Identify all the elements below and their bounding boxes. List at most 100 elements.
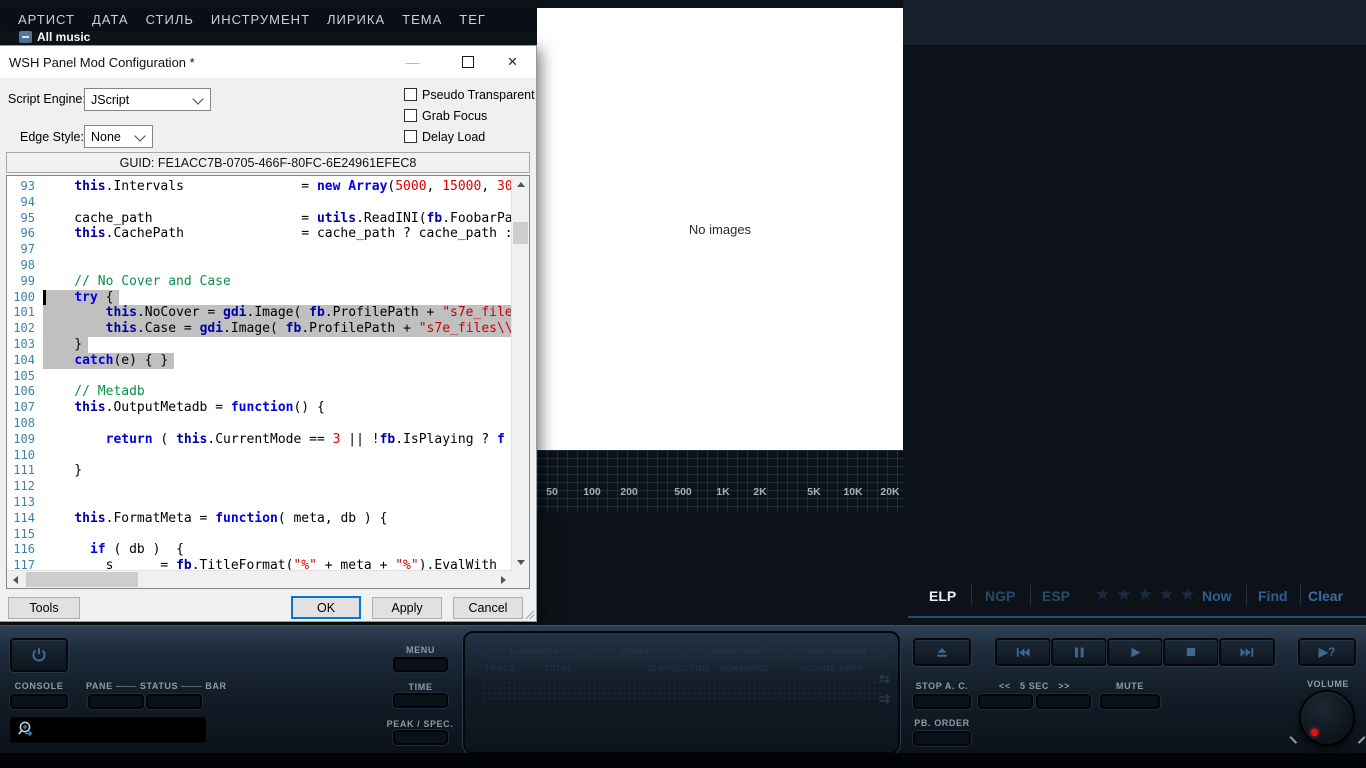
control-deck: CONSOLE PANE ─── STATUS ─── BAR MENU TIM… <box>0 625 1366 753</box>
code-line: this.NoCover = gdi.Image( fb.ProfilePath… <box>43 305 512 321</box>
code-line <box>43 495 512 511</box>
playback-order-label: PB. ORDER <box>913 718 971 728</box>
ok-button[interactable]: OK <box>291 596 361 619</box>
previous-icon <box>1015 646 1031 659</box>
pause-button[interactable] <box>1051 638 1107 666</box>
top-menu-item[interactable]: ДАТА <box>92 12 129 27</box>
peak-spec-toggle[interactable] <box>393 730 448 745</box>
line-number: 106 <box>7 384 43 400</box>
resize-grip[interactable] <box>524 609 534 619</box>
bottom-strip <box>0 753 1366 768</box>
library-root-label[interactable]: All music <box>37 30 90 44</box>
search-input[interactable] <box>10 717 206 743</box>
stop-button[interactable] <box>1163 638 1219 666</box>
mode-elp[interactable]: ELP <box>929 588 956 604</box>
line-number: 99 <box>7 274 43 290</box>
line-number: 109 <box>7 432 43 448</box>
divider <box>1030 585 1031 605</box>
checkbox[interactable] <box>404 88 417 101</box>
script-editor[interactable]: 9394959697989910010110210310410510610710… <box>6 175 530 589</box>
eject-button[interactable] <box>913 638 971 666</box>
action-find[interactable]: Find <box>1258 588 1288 604</box>
display-info-label: TRACK <box>485 664 516 673</box>
top-menu-item[interactable]: ЛИРИКА <box>327 12 385 27</box>
script-engine-label: Script Engine: <box>8 92 86 106</box>
scroll-down-icon[interactable] <box>512 554 529 571</box>
scroll-up-icon[interactable] <box>512 176 529 193</box>
mode-ngp[interactable]: NGP <box>985 588 1015 604</box>
line-number: 114 <box>7 511 43 527</box>
display-info-label: KBPS <box>839 664 863 673</box>
top-menu-item[interactable]: ИНСТРУМЕНТ <box>211 12 310 27</box>
image-viewer-panel[interactable]: No images <box>537 8 903 450</box>
line-number: 107 <box>7 400 43 416</box>
play-random-button[interactable]: ▶? <box>1298 638 1356 666</box>
volume-knob[interactable] <box>1299 690 1355 746</box>
stop-after-current-label: STOP A. C. <box>913 681 971 691</box>
tools-button[interactable]: Tools <box>8 597 80 619</box>
checkbox[interactable] <box>404 109 417 122</box>
top-menu-item[interactable]: ТЕГ <box>459 12 486 27</box>
stop-after-current-toggle[interactable] <box>913 694 971 709</box>
scroll-right-icon[interactable] <box>495 571 512 588</box>
maximize-icon[interactable] <box>445 46 490 78</box>
play-button[interactable] <box>1107 638 1163 666</box>
edge-style-select[interactable]: None <box>84 125 153 148</box>
mute-toggle[interactable] <box>1100 694 1160 709</box>
line-number: 102 <box>7 321 43 337</box>
seek-back-button[interactable] <box>978 694 1033 709</box>
menu-toggle[interactable] <box>393 657 448 672</box>
code-text-area[interactable]: this.Intervals = new Array(5000, 15000, … <box>43 179 512 571</box>
top-menu-item[interactable]: ТЕМА <box>402 12 442 27</box>
script-engine-select[interactable]: JScript <box>84 88 211 111</box>
code-line <box>43 195 512 211</box>
apply-button[interactable]: Apply <box>372 597 442 619</box>
minimize-icon[interactable]: — <box>390 46 435 78</box>
checkbox-label: Delay Load <box>422 130 485 144</box>
cancel-button[interactable]: Cancel <box>453 597 523 619</box>
display-info-label: VOLUME <box>799 664 836 673</box>
dot-matrix <box>482 676 884 702</box>
action-clear[interactable]: Clear <box>1308 588 1343 604</box>
top-menu: АРТИСТ ДАТА СТИЛЬ ИНСТРУМЕНТ ЛИРИКА ТЕМА ТЕГ <box>0 8 537 31</box>
spectrum-analyzer[interactable]: 501002005001K2K5K10K20K <box>537 450 903 513</box>
dialog-checkboxes: Pseudo TransparentGrab FocusDelay Load <box>404 88 535 151</box>
star-rating[interactable]: ★★★★★ <box>1095 585 1201 605</box>
previous-button[interactable] <box>995 638 1051 666</box>
statusbar-toggle[interactable] <box>146 694 202 709</box>
freq-label: 500 <box>674 486 692 498</box>
mode-esp[interactable]: ESP <box>1042 588 1070 604</box>
code-line: catch(e) { } <box>43 353 512 369</box>
line-number: 101 <box>7 305 43 321</box>
dialog-titlebar[interactable]: WSH Panel Mod Configuration * — × <box>0 46 536 78</box>
top-menu-item[interactable]: АРТИСТ <box>18 12 75 27</box>
console-label: CONSOLE <box>10 681 68 691</box>
console-toggle[interactable] <box>10 694 68 709</box>
collapse-icon[interactable] <box>19 31 32 43</box>
next-icon <box>1239 646 1255 659</box>
next-button[interactable] <box>1219 638 1275 666</box>
pane-toggle[interactable] <box>88 694 144 709</box>
edge-style-label: Edge Style: <box>20 130 84 144</box>
vertical-scrollbar[interactable] <box>511 176 529 571</box>
scroll-left-icon[interactable] <box>7 571 24 588</box>
pane-status-bar-label: PANE ─── STATUS ─── BAR <box>86 681 206 691</box>
power-icon <box>30 646 48 664</box>
line-number: 111 <box>7 463 43 479</box>
code-line: try { <box>43 290 512 306</box>
dialog-title: WSH Panel Mod Configuration * <box>9 55 195 70</box>
playback-order-toggle[interactable] <box>913 731 971 746</box>
checkbox[interactable] <box>404 130 417 143</box>
divider <box>1246 585 1247 605</box>
seek-forward-button[interactable] <box>1036 694 1091 709</box>
power-button[interactable] <box>10 638 68 672</box>
top-menu-item[interactable]: СТИЛЬ <box>146 12 194 27</box>
horizontal-scrollbar[interactable] <box>7 570 512 588</box>
close-icon[interactable]: × <box>490 46 535 78</box>
horizontal-scroll-thumb[interactable] <box>26 572 138 587</box>
time-toggle[interactable] <box>393 693 448 708</box>
line-number: 105 <box>7 369 43 385</box>
action-now[interactable]: Now <box>1202 588 1232 604</box>
wsh-panel-config-dialog: WSH Panel Mod Configuration * — × Script… <box>0 45 537 622</box>
vertical-scroll-thumb[interactable] <box>513 222 528 244</box>
